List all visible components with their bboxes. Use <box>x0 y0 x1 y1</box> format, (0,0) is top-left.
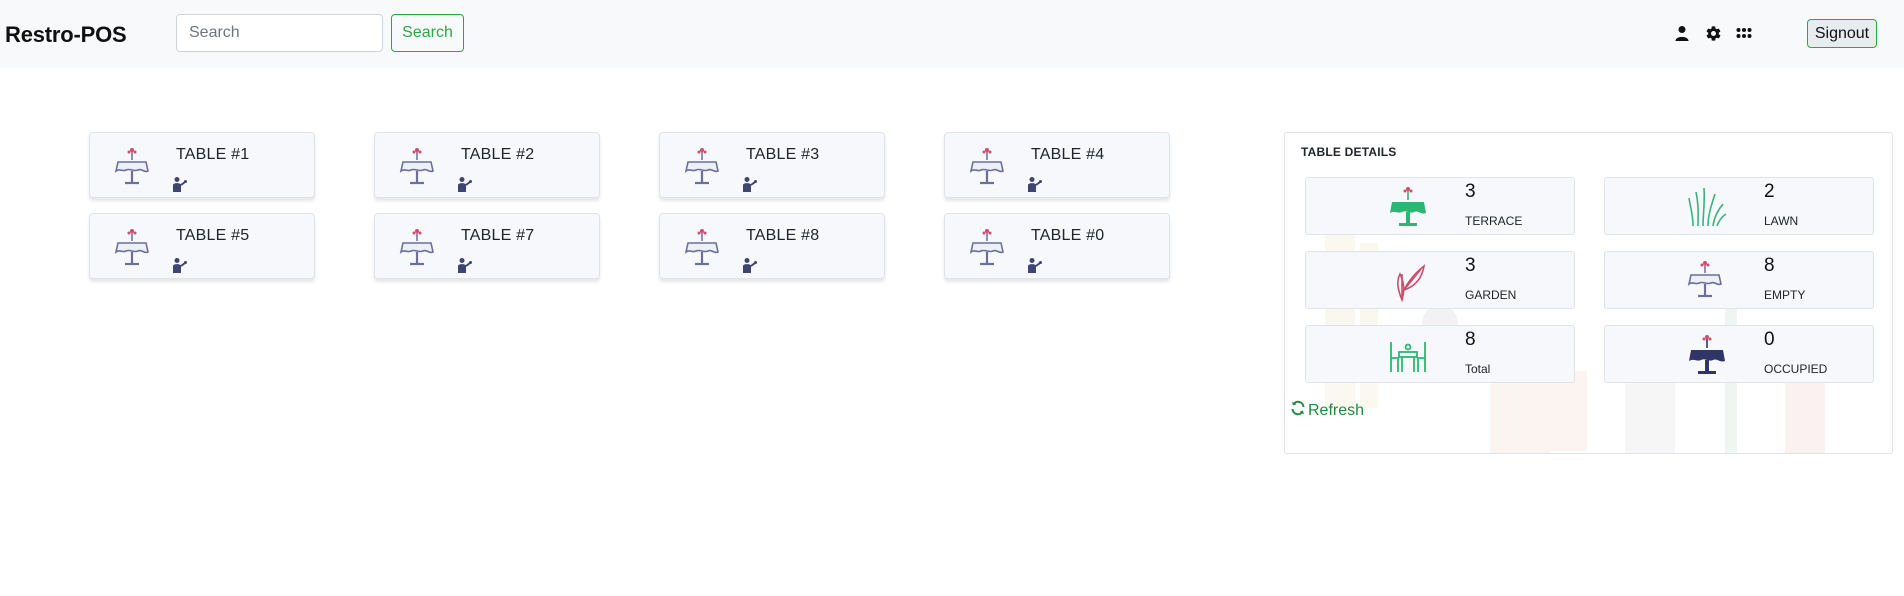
stat-label: LAWN <box>1764 214 1799 228</box>
table-name: TABLE #2 <box>461 146 535 163</box>
occupied-table-icon <box>1687 334 1727 376</box>
table-details-title: TABLE DETAILS <box>1301 145 1397 159</box>
table-name: TABLE #5 <box>176 227 250 244</box>
table-icon <box>399 147 435 185</box>
table-card[interactable]: TABLE #4 <box>944 132 1170 198</box>
table-name: TABLE #1 <box>176 146 250 163</box>
table-icon <box>684 228 720 266</box>
stat-label: TERRACE <box>1465 214 1523 228</box>
stat-value: 3 <box>1465 255 1476 276</box>
waiter-icon <box>741 257 757 273</box>
table-card[interactable]: TABLE #3 <box>659 132 885 198</box>
table-card[interactable]: TABLE #5 <box>89 213 315 279</box>
stat-tile-terrace: 3 TERRACE <box>1305 177 1575 235</box>
stat-tile-garden: 3 GARDEN <box>1305 251 1575 309</box>
table-name: TABLE #8 <box>746 227 820 244</box>
garden-leaf-icon <box>1388 260 1428 303</box>
waiter-icon <box>171 257 187 273</box>
table-name: TABLE #4 <box>1031 146 1105 163</box>
search-input[interactable] <box>176 14 383 52</box>
table-name: TABLE #0 <box>1031 227 1105 244</box>
table-card[interactable]: TABLE #7 <box>374 213 600 279</box>
table-card[interactable]: TABLE #1 <box>89 132 315 198</box>
table-details-panel: TABLE DETAILS 3 TERRACE 2 LAWN 3 GARDEN 8 EMPTY… <box>1284 132 1893 454</box>
stat-value: 3 <box>1465 181 1476 202</box>
table-card[interactable]: TABLE #2 <box>374 132 600 198</box>
table-icon <box>969 147 1005 185</box>
stat-value: 0 <box>1764 329 1775 350</box>
navbar: Restro-POS Search Signout <box>0 0 1904 68</box>
refresh-button[interactable]: Refresh <box>1290 400 1364 421</box>
grass-icon <box>1687 186 1727 228</box>
table-name: TABLE #3 <box>746 146 820 163</box>
terrace-table-icon <box>1388 186 1428 228</box>
waiter-icon <box>1026 257 1042 273</box>
signout-button[interactable]: Signout <box>1807 19 1877 48</box>
stat-label: Total <box>1465 362 1491 376</box>
waiter-icon <box>456 257 472 273</box>
apps-grid-icon[interactable] <box>1734 23 1754 43</box>
stat-label: OCCUPIED <box>1764 362 1828 376</box>
table-icon <box>684 147 720 185</box>
table-icon <box>969 228 1005 266</box>
gear-icon[interactable] <box>1703 23 1723 43</box>
stat-value: 2 <box>1764 181 1775 202</box>
stat-value: 8 <box>1465 329 1476 350</box>
stat-tile-empty: 8 EMPTY <box>1604 251 1874 309</box>
dining-set-icon <box>1388 334 1428 376</box>
stat-value: 8 <box>1764 255 1775 276</box>
table-icon <box>114 228 150 266</box>
refresh-label: Refresh <box>1308 401 1365 419</box>
stat-tile-total: 8 Total <box>1305 325 1575 383</box>
table-icon <box>399 228 435 266</box>
stat-tile-occupied: 0 OCCUPIED <box>1604 325 1874 383</box>
stat-tile-lawn: 2 LAWN <box>1604 177 1874 235</box>
waiter-icon <box>171 176 187 192</box>
table-card[interactable]: TABLE #0 <box>944 213 1170 279</box>
user-icon[interactable] <box>1672 23 1692 43</box>
empty-table-icon <box>1687 260 1727 302</box>
table-name: TABLE #7 <box>461 227 535 244</box>
stat-label: GARDEN <box>1465 288 1517 302</box>
brand-logo[interactable]: Restro-POS <box>5 22 127 48</box>
search-button[interactable]: Search <box>391 14 464 52</box>
table-card[interactable]: TABLE #8 <box>659 213 885 279</box>
stat-label: EMPTY <box>1764 288 1806 302</box>
waiter-icon <box>1026 176 1042 192</box>
waiter-icon <box>741 176 757 192</box>
refresh-icon <box>1290 400 1306 421</box>
table-icon <box>114 147 150 185</box>
waiter-icon <box>456 176 472 192</box>
